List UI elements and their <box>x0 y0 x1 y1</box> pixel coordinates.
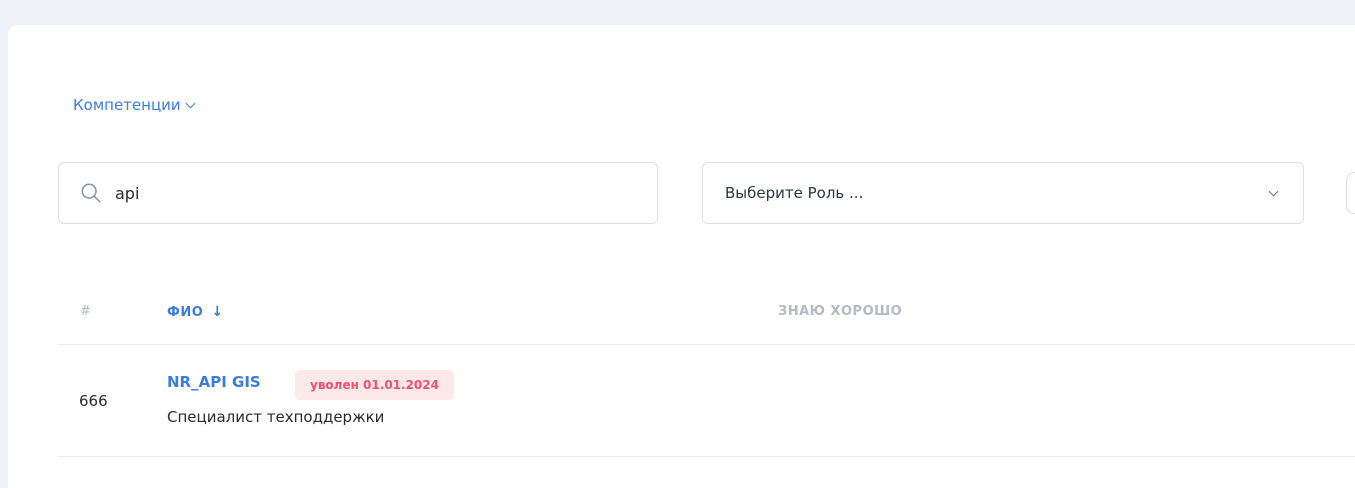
column-header-number: # <box>80 304 92 319</box>
role-select[interactable]: Выберите Роль ... <box>702 162 1304 224</box>
search-input[interactable] <box>113 182 597 204</box>
competencies-label: Компетенции <box>73 96 181 114</box>
column-header-fio[interactable]: ФИО ↓ <box>167 304 224 320</box>
chevron-down-icon <box>1268 186 1279 196</box>
header-divider <box>58 344 1355 345</box>
competencies-dropdown[interactable]: Компетенции <box>73 96 196 114</box>
next-row-name-partial[interactable] <box>167 479 382 488</box>
role-select-placeholder: Выберите Роль ... <box>725 184 864 202</box>
chevron-down-icon <box>185 98 196 108</box>
column-header-know-well: ЗНАЮ ХОРОШО <box>778 304 903 319</box>
employee-name-link[interactable]: NR_API GIS <box>167 373 261 391</box>
status-badge: уволен 01.01.2024 <box>295 370 454 400</box>
next-filter-edge[interactable] <box>1346 172 1355 214</box>
search-icon <box>81 183 101 203</box>
arrow-down-icon: ↓ <box>211 304 224 320</box>
column-header-fio-label: ФИО <box>167 304 204 320</box>
employee-role: Специалист техподдержки <box>167 408 385 426</box>
row-divider <box>58 456 1355 457</box>
row-number: 666 <box>79 392 108 410</box>
search-field[interactable] <box>58 162 658 224</box>
